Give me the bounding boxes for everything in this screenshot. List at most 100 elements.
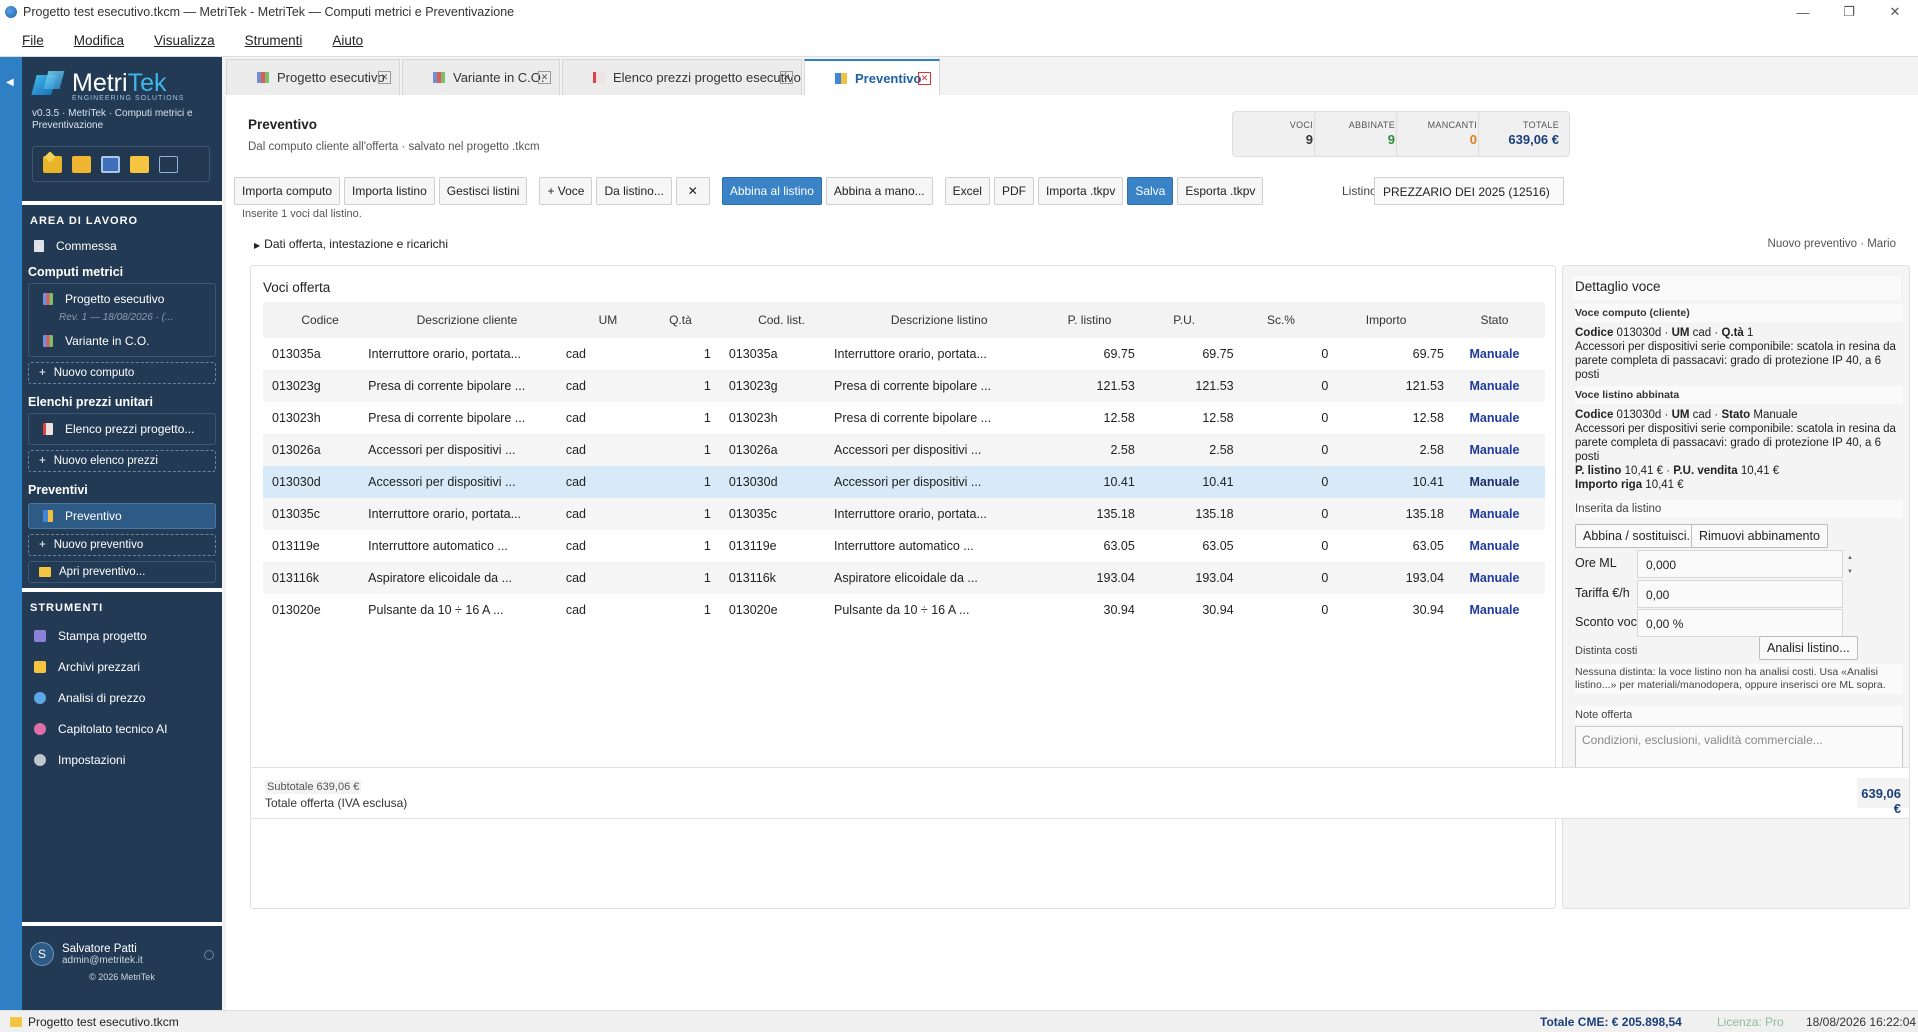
tool-archivi-prezzari[interactable]: Archivi prezzari — [22, 651, 222, 682]
new-project-icon[interactable] — [43, 155, 62, 173]
sidebar-collapse-strip[interactable]: ◀ — [0, 57, 22, 1010]
tool-stampa-progetto[interactable]: Stampa progetto — [22, 620, 222, 651]
sidebar-item-commessa[interactable]: Commessa — [22, 233, 222, 259]
col-pu[interactable]: P.U. — [1134, 302, 1234, 338]
cell-descrizione-cliente: Presa di corrente bipolare ... — [368, 411, 526, 425]
note-offerta-label: Note offerta — [1575, 706, 1903, 724]
esporta-tkpv-button[interactable]: Esporta .tkpv — [1177, 177, 1264, 205]
button-label: Apri preventivo... — [59, 566, 146, 578]
table-row[interactable]: 013030d Accessori per dispositivi ... cad 1… — [263, 466, 1545, 498]
sidebar-item-label: Elenco prezzi progetto... — [65, 422, 195, 436]
sidebar-item-elenco-prezzi[interactable]: Elenco prezzi progetto... — [29, 416, 215, 442]
gestisci-listini-button[interactable]: Gestisci listini — [438, 177, 528, 205]
col-stato[interactable]: Stato — [1443, 302, 1545, 338]
ai-icon[interactable] — [159, 155, 178, 173]
col-codice[interactable]: Codice — [263, 302, 369, 338]
col-descrizione-listino[interactable]: Descrizione listino — [834, 302, 1045, 338]
abbina-mano-button[interactable]: Abbina a mano... — [825, 177, 933, 205]
status-file: Progetto test esecutivo.tkcm — [10, 1015, 179, 1029]
cell-descrizione-listino: Presa di corrente bipolare ... — [834, 370, 1045, 402]
user-info[interactable]: S Salvatore Patti admin@metritek.it — [22, 926, 222, 966]
kpi-totale: TOTALE 639,06 € — [1478, 111, 1570, 157]
save-button[interactable]: Salva — [1127, 177, 1174, 205]
table-row[interactable]: 013023h Presa di corrente bipolare ... cad… — [263, 402, 1545, 434]
sidebar-item-variante[interactable]: Variante in C.O. — [29, 328, 215, 354]
listino-select[interactable]: PREZZARIO DEI 2025 (12516) — [1374, 177, 1564, 205]
save-icon[interactable] — [101, 155, 120, 173]
revision-text[interactable]: Rev. 1 — 18/08/2026 · (... — [29, 312, 215, 328]
version-text: v0.3.5 · MetriTek · Computi metrici e Pr… — [32, 108, 193, 131]
collapse-arrow-icon[interactable]: ◀ — [6, 77, 14, 88]
tool-analisi-prezzo[interactable]: Analisi di prezzo — [22, 682, 222, 713]
expand-triangle-icon[interactable]: ▶ — [254, 241, 260, 250]
table-row[interactable]: 013035a Interruttore orario, portata... ca… — [263, 338, 1545, 370]
col-sconto[interactable]: Sc.% — [1233, 302, 1329, 338]
minimize-button[interactable]: — — [1780, 0, 1826, 24]
col-p-listino[interactable]: P. listino — [1044, 302, 1135, 338]
col-importo[interactable]: Importo — [1328, 302, 1444, 338]
cell-p-listino: 69.75 — [1103, 347, 1135, 361]
abbina-sostituisci-button[interactable]: Abbina / sostituisci... — [1575, 524, 1705, 548]
new-preventivo-button[interactable]: + Nuovo preventivo — [28, 534, 216, 556]
table-row[interactable]: 013119e Interruttore automatico ... cad 1 01… — [263, 530, 1545, 562]
abbina-listino-button[interactable]: Abbina al listino — [721, 177, 822, 205]
sidebar-item-progetto-esecutivo[interactable]: Progetto esecutivo — [29, 286, 215, 312]
cell-um: cad — [565, 434, 650, 466]
folder-icon[interactable] — [130, 155, 149, 173]
new-computo-button[interactable]: + Nuovo computo — [28, 362, 216, 384]
close-tab-icon[interactable]: ✕ — [378, 71, 391, 84]
export-pdf-button[interactable]: PDF — [993, 177, 1034, 205]
rimuovi-abbinamento-button[interactable]: Rimuovi abbinamento — [1691, 524, 1828, 548]
tool-impostazioni[interactable]: Impostazioni — [22, 744, 222, 775]
tariffa-input[interactable]: 0,00 — [1637, 580, 1843, 608]
menu-modifica[interactable]: Modifica — [74, 33, 124, 48]
menu-aiuto[interactable]: Aiuto — [332, 33, 363, 48]
da-listino-button[interactable]: Da listino... — [596, 177, 672, 205]
table-row[interactable]: 013035c Interruttore orario, portata... ca… — [263, 498, 1545, 530]
avatar[interactable]: S — [30, 942, 54, 966]
sconto-input[interactable]: 0,00 % — [1637, 609, 1843, 637]
tab-preventivo[interactable]: Preventivo ✕ — [804, 59, 940, 95]
new-elenco-button[interactable]: + Nuovo elenco prezzi — [28, 450, 216, 472]
importa-computo-button[interactable]: Importa computo — [234, 177, 341, 205]
col-descrizione-cliente[interactable]: Descrizione cliente — [368, 302, 566, 338]
logout-icon[interactable] — [204, 950, 214, 960]
table-row[interactable]: 013020e Pulsante da 10 ÷ 16 A ... cad 1 0130… — [263, 594, 1545, 626]
tab-elenco-prezzi[interactable]: Elenco prezzi progetto esecutivo ✕ — [562, 59, 802, 95]
export-excel-button[interactable]: Excel — [944, 177, 990, 205]
ore-ml-input[interactable]: 0,000 ▲ ▼ — [1637, 550, 1853, 578]
spinner-arrows-icon[interactable]: ▲ ▼ — [1842, 551, 1858, 579]
tool-capitolato-ai[interactable]: Capitolato tecnico AI — [22, 713, 222, 744]
menu-visualizza[interactable]: Visualizza — [154, 33, 215, 48]
menu-strumenti[interactable]: Strumenti — [245, 33, 303, 48]
importa-tkpv-button[interactable]: Importa .tkpv — [1037, 177, 1124, 205]
close-tab-icon[interactable]: ✕ — [780, 71, 793, 84]
tab-variante[interactable]: Variante in C.O. ✕ — [402, 59, 560, 95]
cell-descrizione-listino: Accessori per dispositivi ... — [834, 434, 1045, 466]
close-tab-icon[interactable]: ✕ — [918, 72, 931, 85]
price-list-icon — [43, 423, 53, 435]
add-voce-button[interactable]: + Voce — [539, 177, 593, 205]
delete-voce-button[interactable]: ✕ — [675, 177, 710, 205]
cell-um: cad — [565, 562, 650, 594]
open-folder-icon[interactable] — [72, 155, 91, 173]
menu-file[interactable]: File — [22, 33, 44, 48]
close-window-button[interactable]: ✕ — [1872, 0, 1918, 24]
cell-qta: 1 — [703, 347, 711, 361]
analisi-listino-button[interactable]: Analisi listino... — [1759, 636, 1858, 660]
importa-listino-button[interactable]: Importa listino — [344, 177, 435, 205]
offer-data-expander[interactable]: ▶ Dati offerta, intestazione e ricarichi — [254, 237, 448, 251]
col-cod-list[interactable]: Cod. list. — [728, 302, 835, 338]
maximize-button[interactable]: ❐ — [1826, 0, 1872, 24]
brain-icon — [34, 722, 46, 735]
tab-progetto-esecutivo[interactable]: Progetto esecutivo ✕ — [226, 59, 400, 95]
col-um[interactable]: UM — [565, 302, 650, 338]
open-preventivo-button[interactable]: Apri preventivo... — [28, 561, 216, 583]
sidebar-item-preventivo[interactable]: Preventivo — [28, 503, 216, 529]
close-tab-icon[interactable]: ✕ — [538, 71, 551, 84]
col-qta[interactable]: Q.tà — [649, 302, 729, 338]
table-row[interactable]: 013023g Presa di corrente bipolare ... cad… — [263, 370, 1545, 402]
table-header-row: Codice Descrizione cliente UM Q.tà Cod. … — [263, 302, 1545, 338]
table-row[interactable]: 013026a Accessori per dispositivi ... cad 1… — [263, 434, 1545, 466]
table-row[interactable]: 013116k Aspiratore elicoidale da ... cad 1 0… — [263, 562, 1545, 594]
